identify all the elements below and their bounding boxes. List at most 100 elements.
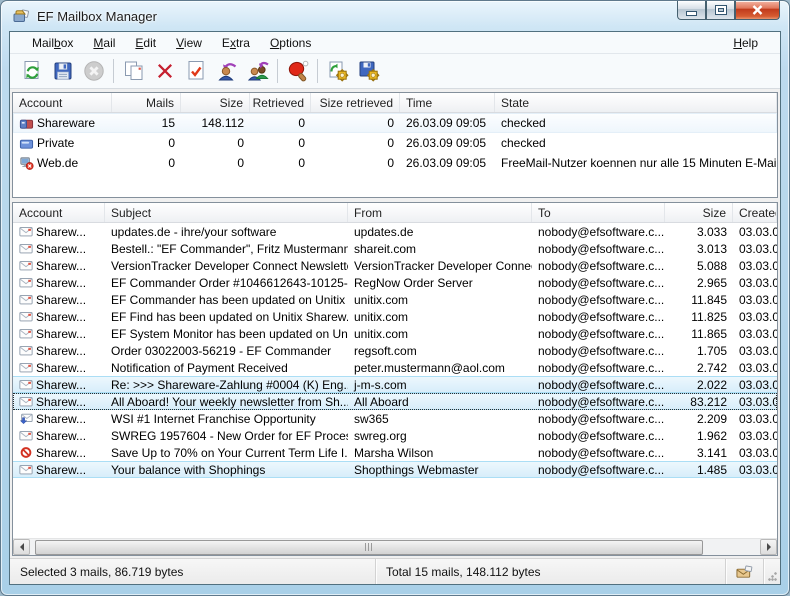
- retrieve-account-button[interactable]: [211, 57, 242, 86]
- account-row[interactable]: Shareware 15 148.112 0 0 26.03.09 09:05 …: [13, 113, 777, 133]
- size-cell: 11.845: [665, 293, 733, 307]
- subject-cell: VersionTracker Developer Connect Newslet…: [105, 259, 348, 273]
- account-cell: Sharew...: [13, 378, 105, 392]
- scrollbar-thumb[interactable]: [35, 540, 703, 555]
- mail-row-selected-focused[interactable]: Sharew... All Aboard! Your weekly newsle…: [13, 393, 777, 410]
- mail-row[interactable]: Sharew... WSI #1 Internet Franchise Oppo…: [13, 410, 777, 427]
- column-header-size[interactable]: Size: [181, 93, 250, 112]
- column-header-account[interactable]: Account: [13, 93, 112, 112]
- column-header-time[interactable]: Time: [400, 93, 495, 112]
- resize-grip[interactable]: [764, 559, 780, 584]
- mails-cell: 0: [112, 136, 181, 150]
- column-header-state[interactable]: State: [495, 93, 777, 112]
- column-header-from[interactable]: From: [348, 203, 532, 222]
- minimize-button[interactable]: [677, 1, 706, 20]
- mail-row[interactable]: Sharew... SWREG 1957604 - New Order for …: [13, 427, 777, 444]
- menu-extra[interactable]: Extra: [212, 33, 260, 53]
- from-cell: Marsha Wilson: [348, 446, 532, 460]
- subject-cell: Notification of Payment Received: [105, 361, 348, 375]
- import-button[interactable]: [322, 57, 353, 86]
- created-cell: 03.03.0: [733, 225, 777, 239]
- mailbox-red-icon: [19, 116, 34, 130]
- to-cell: nobody@efsoftware.c...: [532, 429, 665, 443]
- mail-row[interactable]: Sharew... VersionTracker Developer Conne…: [13, 257, 777, 274]
- mail-icon: [19, 429, 33, 442]
- save-icon: [51, 59, 75, 83]
- column-header-size-retrieved[interactable]: Size retrieved: [311, 93, 400, 112]
- menu-mail[interactable]: Mail: [83, 33, 125, 53]
- maximize-icon: [716, 6, 726, 14]
- account-row[interactable]: Private 0 0 0 0 26.03.09 09:05 checked: [13, 133, 777, 153]
- save-button[interactable]: [47, 57, 78, 86]
- from-cell: unitix.com: [348, 327, 532, 341]
- size-retrieved-cell: 0: [311, 116, 400, 130]
- column-header-created[interactable]: Created: [733, 203, 777, 222]
- from-cell: regsoft.com: [348, 344, 532, 358]
- to-cell: nobody@efsoftware.c...: [532, 276, 665, 290]
- status-icon-pane: [726, 559, 764, 584]
- menu-mailbox[interactable]: Mailbox: [22, 33, 83, 53]
- to-cell: nobody@efsoftware.c...: [532, 361, 665, 375]
- copy-button[interactable]: [118, 57, 149, 86]
- export-button[interactable]: [353, 57, 384, 86]
- mail-row[interactable]: Sharew... Order 03022003-56219 - EF Comm…: [13, 342, 777, 359]
- menu-options[interactable]: Options: [260, 33, 321, 53]
- check-mailboxes-button[interactable]: [16, 57, 47, 86]
- created-cell: 03.03.0: [733, 259, 777, 273]
- created-cell: 03.03.0: [733, 446, 777, 460]
- delete-icon: [153, 59, 177, 83]
- mail-row-selected[interactable]: Sharew... Re: >>> Shareware-Zahlung #000…: [13, 376, 777, 393]
- subject-cell: EF System Monitor has been updated on Un…: [105, 327, 348, 341]
- horizontal-scrollbar[interactable]: [13, 538, 777, 555]
- titlebar[interactable]: EF Mailbox Manager: [1, 1, 789, 31]
- column-header-account[interactable]: Account: [13, 203, 105, 222]
- size-cell: 2.209: [665, 412, 733, 426]
- column-header-retrieved[interactable]: Retrieved: [250, 93, 311, 112]
- mail-row[interactable]: Sharew... Notification of Payment Receiv…: [13, 359, 777, 376]
- menu-help[interactable]: Help: [723, 33, 768, 53]
- created-cell: 03.03.0: [733, 361, 777, 375]
- delete-button[interactable]: [149, 57, 180, 86]
- from-cell: sw365: [348, 412, 532, 426]
- account-cell: Sharew...: [13, 412, 105, 426]
- menu-edit[interactable]: Edit: [125, 33, 166, 53]
- ping-button[interactable]: [282, 57, 313, 86]
- mail-icon: [19, 378, 33, 391]
- scroll-right-button[interactable]: [760, 539, 777, 555]
- mail-row[interactable]: Sharew... EF Commander Order #1046612643…: [13, 274, 777, 291]
- mail-row[interactable]: Sharew... EF Find has been updated on Un…: [13, 308, 777, 325]
- close-button[interactable]: [735, 1, 780, 20]
- column-header-mails[interactable]: Mails: [112, 93, 181, 112]
- user-arrow-icon: [215, 59, 239, 83]
- mail-row[interactable]: Sharew... Bestell.: "EF Commander", Frit…: [13, 240, 777, 257]
- app-mailbox-icon: [13, 8, 30, 25]
- mails-cell: 15: [112, 116, 181, 130]
- created-cell: 03.03.0: [733, 276, 777, 290]
- scroll-left-button[interactable]: [13, 539, 30, 555]
- subject-cell: Your balance with Shophings: [105, 463, 348, 477]
- maximize-button[interactable]: [706, 1, 735, 20]
- created-cell: 03.03.0: [733, 463, 777, 477]
- mail-row[interactable]: Sharew... EF System Monitor has been upd…: [13, 325, 777, 342]
- mark-button[interactable]: [180, 57, 211, 86]
- from-cell: updates.de: [348, 225, 532, 239]
- subject-cell: SWREG 1957604 - New Order for EF Proces.…: [105, 429, 348, 443]
- column-header-to[interactable]: To: [532, 203, 665, 222]
- retrieve-all-button[interactable]: [242, 57, 273, 86]
- mail-row[interactable]: Sharew... updates.de - ihre/your softwar…: [13, 223, 777, 240]
- close-icon: [752, 5, 763, 15]
- menu-view[interactable]: View: [166, 33, 212, 53]
- mail-icon: [19, 463, 33, 476]
- import-gear-icon: [326, 59, 350, 83]
- size-cell: 83.212: [665, 395, 733, 409]
- account-cell: Sharew...: [13, 259, 105, 273]
- mail-row[interactable]: Sharew... EF Commander has been updated …: [13, 291, 777, 308]
- mail-row-selected[interactable]: Sharew... Your balance with Shophings Sh…: [13, 461, 777, 478]
- mail-row[interactable]: Sharew... Save Up to 70% on Your Current…: [13, 444, 777, 461]
- column-header-size[interactable]: Size: [665, 203, 733, 222]
- size-cell: 3.033: [665, 225, 733, 239]
- created-cell: 03.03.0: [733, 378, 777, 392]
- subject-cell: Bestell.: "EF Commander", Fritz Musterma…: [105, 242, 348, 256]
- account-row[interactable]: Web.de 0 0 0 0 26.03.09 09:05 FreeMail-N…: [13, 153, 777, 173]
- column-header-subject[interactable]: Subject: [105, 203, 348, 222]
